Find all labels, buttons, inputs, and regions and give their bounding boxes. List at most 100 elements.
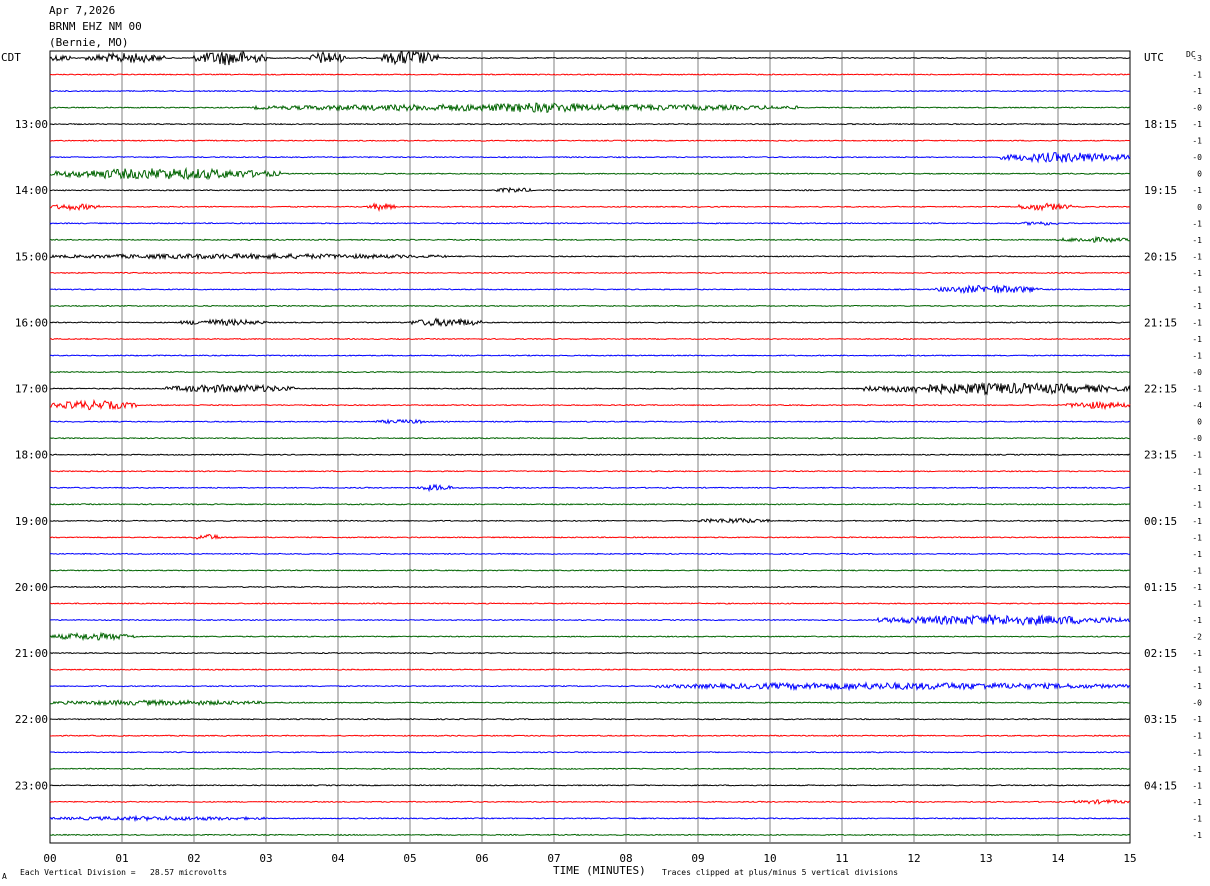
- dc-offset-label: -1: [1192, 285, 1202, 294]
- seismic-trace: [49, 651, 1131, 655]
- seismic-traces: [49, 50, 1131, 837]
- dc-offset-label: -1: [1192, 451, 1202, 460]
- seismic-trace: [49, 284, 1131, 294]
- dc-offset-label: -1: [1192, 666, 1202, 675]
- seismic-trace: [49, 483, 1131, 493]
- dc-offset-label: -1: [1192, 765, 1202, 774]
- dc-offset-label: -0: [1192, 153, 1202, 162]
- right-hour-label: 02:15: [1144, 647, 1177, 660]
- dc-offset-label: -1: [1192, 318, 1202, 327]
- seismic-trace: [49, 569, 1131, 572]
- right-hour-label: 01:15: [1144, 581, 1177, 594]
- seismic-trace: [49, 202, 1131, 213]
- left-hour-label: 17:00: [15, 383, 48, 396]
- seismic-trace: [49, 437, 1131, 440]
- dc-offset-label: -1: [1192, 484, 1202, 493]
- left-hour-label: 15:00: [15, 250, 48, 263]
- x-tick-label: 00: [43, 852, 56, 865]
- left-hour-label: 13:00: [15, 118, 48, 131]
- seismic-trace: [49, 798, 1131, 805]
- dc-offset-label: -1: [1192, 219, 1202, 228]
- x-tick-label: 09: [691, 852, 704, 865]
- seismic-trace: [49, 73, 1131, 76]
- right-hour-label: 23:15: [1144, 449, 1177, 462]
- x-tick-label: 01: [115, 852, 128, 865]
- dc-offset-label: -1: [1192, 616, 1202, 625]
- seismic-trace: [49, 139, 1131, 142]
- dc-offset-label: -1: [1192, 583, 1202, 592]
- dc-offset-label: -1: [1192, 798, 1202, 807]
- dc-offset-label: -1: [1192, 87, 1202, 96]
- dc-offset-label: -2: [1192, 633, 1202, 642]
- helicorder-plot: -3-1-1-0-1-1-00-10-1-1-1-1-1-1-1-1-1-0-1…: [1, 50, 1202, 865]
- seismic-trace: [49, 381, 1131, 396]
- seismic-trace: [49, 517, 1131, 525]
- seismic-trace: [49, 602, 1131, 605]
- seismic-trace: [49, 681, 1131, 692]
- dc-label: DC: [1186, 50, 1196, 59]
- corner-mark: A: [2, 872, 7, 881]
- dc-offset-label: -1: [1192, 236, 1202, 245]
- right-hour-label: 04:15: [1144, 779, 1177, 792]
- dc-offset-label: -1: [1192, 649, 1202, 658]
- dc-offset-label: -1: [1192, 467, 1202, 476]
- left-hour-label: 19:00: [15, 515, 48, 528]
- dc-offset-label: -1: [1192, 71, 1202, 80]
- seismic-trace: [49, 235, 1131, 244]
- seismic-trace: [49, 585, 1131, 589]
- seismic-trace: [49, 751, 1130, 754]
- x-tick-label: 06: [475, 852, 488, 865]
- dc-offset-label: -1: [1192, 137, 1202, 146]
- dc-offset-label: -1: [1192, 566, 1202, 575]
- dc-offset-label: -1: [1192, 533, 1202, 542]
- dc-offset-label: -0: [1192, 434, 1202, 443]
- dc-offset-label: -1: [1192, 517, 1202, 526]
- dc-offset-label: -1: [1192, 831, 1202, 840]
- seismic-trace: [49, 186, 1130, 194]
- seismic-trace: [49, 354, 1131, 357]
- dc-offset-label: -1: [1192, 715, 1202, 724]
- x-axis-title: TIME (MINUTES): [553, 864, 646, 877]
- right-hour-label: 19:15: [1144, 184, 1177, 197]
- dc-offset-label: -0: [1192, 104, 1202, 113]
- dc-offset-label: -1: [1192, 682, 1202, 691]
- dc-offset-label: -0: [1192, 368, 1202, 377]
- right-hour-label: 22:15: [1144, 383, 1177, 396]
- seismic-trace: [49, 698, 1130, 707]
- seismic-trace: [49, 304, 1131, 308]
- dc-offset-label: -1: [1192, 120, 1202, 129]
- seismic-trace: [49, 614, 1131, 627]
- seismic-trace: [49, 631, 1131, 642]
- seismic-trace: [50, 668, 1131, 671]
- dc-offset-label: -4: [1192, 401, 1202, 410]
- right-hour-label: 20:15: [1144, 250, 1177, 263]
- dc-offset-label: -1: [1192, 385, 1202, 394]
- x-tick-label: 15: [1123, 852, 1136, 865]
- x-tick-label: 03: [259, 852, 272, 865]
- seismic-trace: [49, 453, 1131, 456]
- dc-offset-label: -1: [1192, 252, 1202, 261]
- right-hour-label: 03:15: [1144, 713, 1177, 726]
- dc-offset-label: -1: [1192, 269, 1202, 278]
- dc-offset-label: -1: [1192, 500, 1202, 509]
- seismic-trace: [49, 271, 1131, 275]
- left-hour-label: 22:00: [15, 713, 48, 726]
- left-hour-label: 20:00: [15, 581, 48, 594]
- seismic-trace: [49, 166, 1131, 181]
- x-tick-label: 12: [907, 852, 920, 865]
- left-hour-label: 14:00: [15, 184, 48, 197]
- left-hour-label: 16:00: [15, 316, 48, 329]
- x-tick-label: 02: [187, 852, 200, 865]
- dc-offset-label: -1: [1192, 335, 1202, 344]
- left-timezone-label: CDT: [1, 51, 21, 64]
- dc-offset-label: -1: [1192, 748, 1202, 757]
- seismic-trace: [49, 784, 1131, 787]
- x-tick-label: 11: [835, 852, 848, 865]
- seismic-trace: [49, 220, 1131, 227]
- seismic-trace: [49, 718, 1131, 721]
- left-hour-label: 21:00: [15, 647, 48, 660]
- right-timezone-label: UTC: [1144, 51, 1164, 64]
- x-tick-label: 13: [979, 852, 992, 865]
- x-tick-label: 14: [1051, 852, 1065, 865]
- seismic-trace: [50, 252, 1130, 261]
